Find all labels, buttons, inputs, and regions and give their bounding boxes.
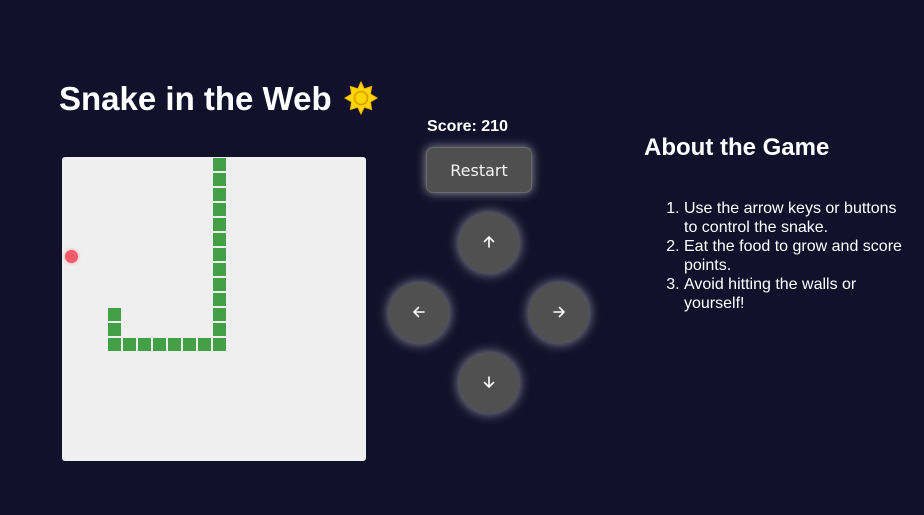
snake-segment	[213, 338, 226, 351]
snake-segment	[213, 248, 226, 261]
snake-segment	[153, 338, 166, 351]
rule-item: Use the arrow keys or buttons to control…	[684, 199, 904, 237]
food-pellet	[65, 250, 78, 263]
arrow-down-icon	[481, 374, 497, 393]
about-heading: About the Game	[644, 134, 830, 161]
snake-segment	[213, 278, 226, 291]
snake-segment	[213, 233, 226, 246]
game-board[interactable]	[62, 157, 366, 461]
snake-segment	[138, 338, 151, 351]
snake-segment	[198, 338, 211, 351]
up-button[interactable]	[459, 213, 519, 273]
snake-segment	[213, 308, 226, 321]
sun-icon[interactable]	[344, 80, 378, 116]
arrow-up-icon	[481, 234, 497, 253]
snake-segment	[213, 293, 226, 306]
snake-segment	[108, 338, 121, 351]
snake-segment	[213, 203, 226, 216]
rules-list: Use the arrow keys or buttons to control…	[644, 199, 904, 313]
snake-segment	[108, 323, 121, 336]
arrow-left-icon	[411, 304, 427, 323]
snake-segment	[213, 263, 226, 276]
page-title: Snake in the Web	[59, 80, 332, 117]
left-button[interactable]	[389, 283, 449, 343]
snake-segment	[213, 323, 226, 336]
right-button[interactable]	[529, 283, 589, 343]
snake-segment	[213, 188, 226, 201]
snake-segment	[213, 158, 226, 171]
arrow-right-icon	[551, 304, 567, 323]
snake-segment	[183, 338, 196, 351]
snake-segment	[213, 173, 226, 186]
snake-segment	[168, 338, 181, 351]
snake-segment	[108, 308, 121, 321]
down-button[interactable]	[459, 353, 519, 413]
score-display: Score: 210	[427, 118, 508, 135]
snake-segment	[123, 338, 136, 351]
snake-segment	[213, 218, 226, 231]
rule-item: Avoid hitting the walls or yourself!	[684, 275, 904, 313]
restart-button[interactable]: Restart	[426, 147, 532, 193]
rule-item: Eat the food to grow and score points.	[684, 237, 904, 275]
